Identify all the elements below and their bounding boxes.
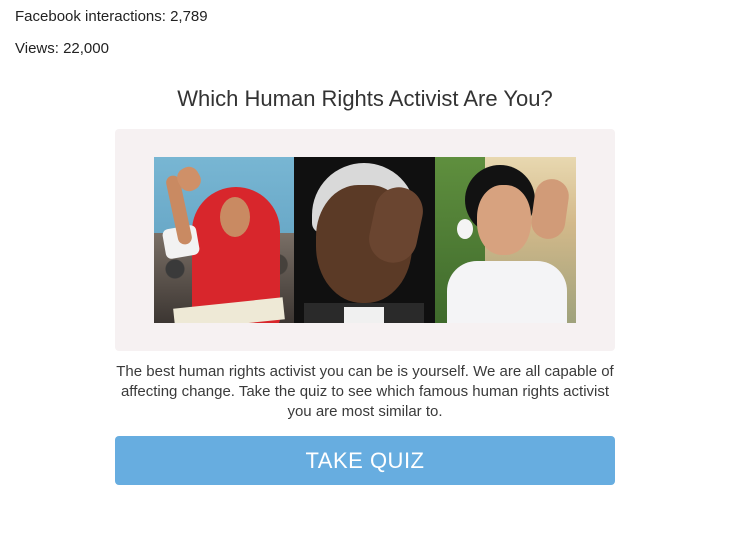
take-quiz-button[interactable]: TAKE QUIZ [115,436,615,485]
activist-collage-image [154,157,576,323]
activist-photo-2 [294,157,435,323]
views-count: Views: 22,000 [15,40,109,57]
quiz-image-card [115,129,615,351]
facebook-interactions-count: Facebook interactions: 2,789 [15,8,208,25]
activist-photo-1 [154,157,294,323]
quiz-description: The best human rights activist you can b… [116,363,614,420]
quiz-page: Facebook interactions: 2,789 Views: 22,0… [0,0,742,536]
activist-photo-3 [435,157,576,323]
quiz-title: Which Human Rights Activist Are You? [177,86,553,111]
